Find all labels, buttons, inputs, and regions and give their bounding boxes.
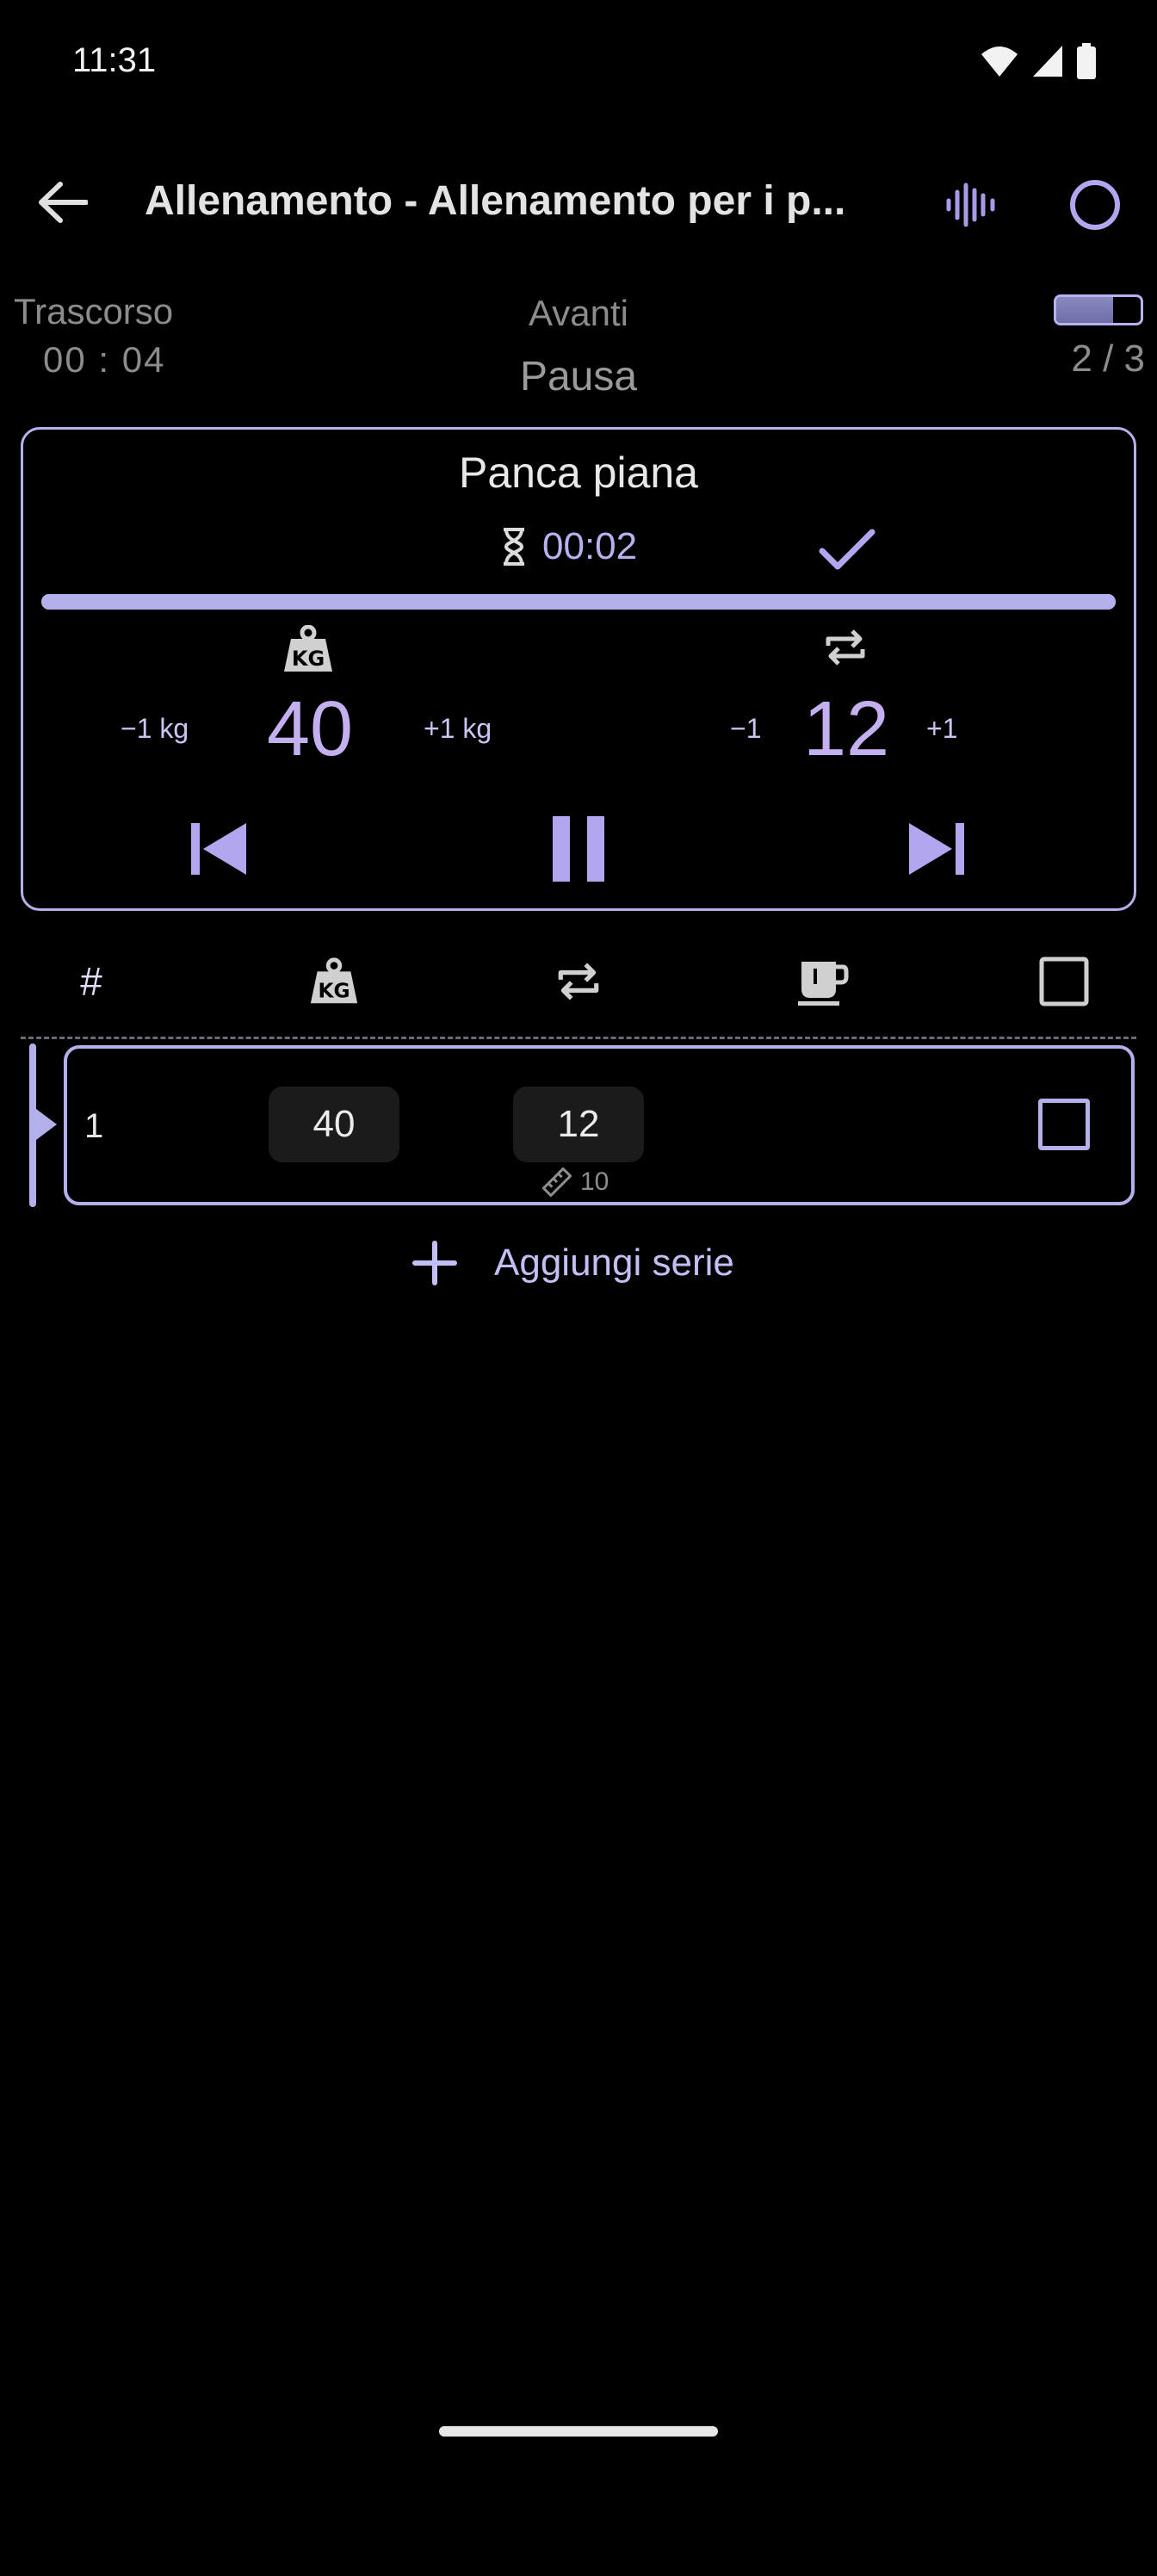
column-header-reps [553, 954, 604, 1009]
hourglass-icon [504, 528, 524, 566]
column-header-weight: KG [306, 954, 362, 1009]
elapsed-label: Trascorso [14, 291, 174, 331]
previous-reps: 10 [542, 1167, 609, 1197]
exercise-progress-count: 2 / 3 [1071, 337, 1145, 380]
back-button[interactable] [33, 172, 93, 232]
battery-icon [1077, 43, 1096, 79]
column-header-done [1036, 954, 1092, 1009]
increase-reps-button[interactable]: +1 [926, 713, 957, 745]
home-indicator[interactable] [439, 2426, 718, 2437]
weight-value[interactable]: 40 [258, 685, 362, 774]
skip-next-icon[interactable] [902, 814, 971, 883]
previous-reps-value: 10 [580, 1167, 609, 1196]
set-weight-input[interactable]: 40 [269, 1087, 399, 1162]
coffee-cup-icon [798, 962, 849, 1006]
circle-icon [1070, 180, 1120, 230]
exercise-name: Panca piana [458, 449, 698, 497]
checkbox-icon [1039, 957, 1089, 1006]
wifi-icon [981, 46, 1018, 77]
current-set-marker [29, 1043, 36, 1207]
current-set-arrow-icon [36, 1109, 57, 1140]
next-value: Pausa [519, 354, 638, 399]
kg-weight-icon: KG [284, 625, 332, 672]
reps-value[interactable]: 12 [792, 685, 900, 774]
workout-progress-fill [1056, 297, 1113, 323]
kg-weight-icon: KG [310, 957, 358, 1004]
table-divider [21, 1037, 1136, 1039]
plus-icon [412, 1241, 457, 1285]
complete-set-button[interactable] [813, 520, 882, 580]
skip-previous-icon[interactable] [184, 814, 253, 883]
ruler-icon [542, 1167, 572, 1197]
finish-workout-button[interactable] [1062, 172, 1128, 238]
arrow-back-icon [39, 182, 88, 223]
status-icons [980, 43, 1097, 79]
repeat-icon [558, 963, 599, 1000]
set-timer: 00:02 [501, 525, 637, 568]
decrease-reps-button[interactable]: −1 [730, 713, 761, 745]
column-header-number: # [80, 959, 102, 1004]
elapsed-value: 00 : 04 [43, 339, 166, 380]
timer-progress-bar [41, 594, 1116, 610]
check-icon [819, 529, 875, 570]
repeat-icon [826, 629, 865, 666]
pause-icon[interactable] [544, 813, 613, 885]
set-done-checkbox[interactable] [1038, 1099, 1090, 1150]
timer-value: 00:02 [542, 525, 638, 567]
signal-icon [1033, 46, 1062, 77]
decrease-weight-button[interactable]: −1 kg [121, 713, 189, 745]
set-number: 1 [84, 1107, 104, 1145]
waveform-icon [946, 183, 995, 227]
svg-text:KG: KG [318, 979, 350, 1002]
increase-weight-button[interactable]: +1 kg [424, 713, 492, 745]
column-header-rest [795, 954, 851, 1009]
next-label: Avanti [529, 293, 628, 333]
status-time: 11:31 [72, 41, 157, 79]
timer-progress-fill [41, 594, 1116, 610]
page-title: Allenamento - Allenamento per i p... [145, 178, 846, 224]
audio-cue-button[interactable] [938, 172, 1004, 238]
set-reps-input[interactable]: 12 [513, 1087, 644, 1162]
add-set-label: Aggiungi serie [494, 1242, 734, 1284]
add-set-button[interactable]: Aggiungi serie [411, 1240, 734, 1286]
svg-text:KG: KG [292, 647, 325, 671]
workout-progress-indicator [1054, 294, 1143, 325]
